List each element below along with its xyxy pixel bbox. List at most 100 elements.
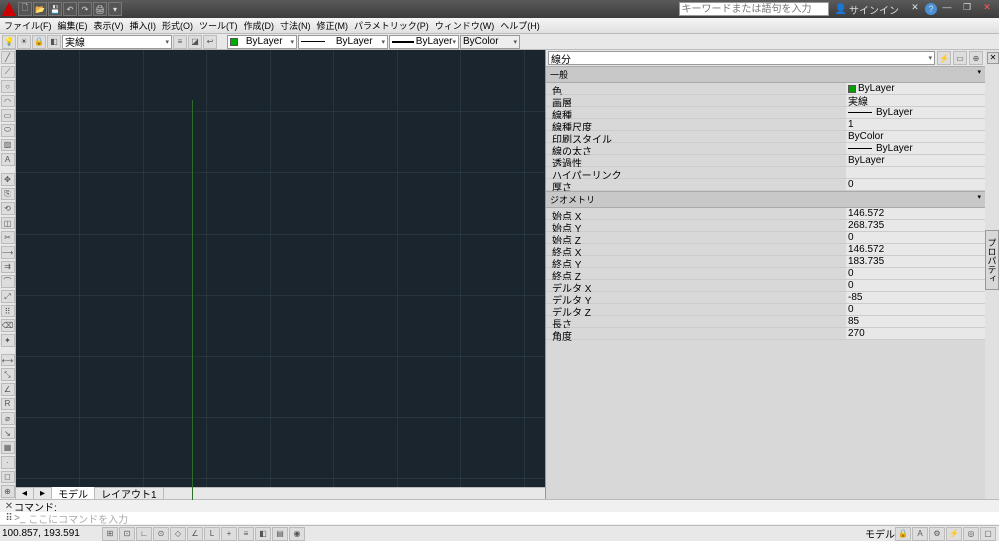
qat-undo-icon[interactable]: ↶ [63, 2, 77, 16]
signin-link[interactable]: 👤サインイン [835, 2, 899, 17]
panel-close-icon[interactable]: ✕ [987, 52, 999, 64]
app-logo-icon[interactable] [2, 2, 16, 16]
property-row[interactable]: 終点 X146.572 [546, 244, 985, 256]
qat-print-icon[interactable]: 🖨 [93, 2, 107, 16]
property-value[interactable]: 実線 [846, 95, 985, 107]
section-geometry[interactable]: ジオメトリ [546, 191, 985, 208]
dim-radius-icon[interactable]: R [1, 398, 15, 411]
mirror-tool-icon[interactable]: ◫ [1, 217, 15, 230]
select-objects-icon[interactable]: ▭ [953, 51, 967, 65]
drawing-canvas[interactable] [16, 50, 545, 487]
section-general[interactable]: 一般 [546, 66, 985, 83]
properties-tab-label[interactable]: プロパティ [985, 230, 999, 290]
qp-toggle-icon[interactable]: ▤ [272, 527, 288, 541]
qat-save-icon[interactable]: 💾 [48, 2, 62, 16]
color-combo[interactable]: ByLayer▾ [227, 35, 297, 49]
command-input[interactable]: ここにコマンドを入力 [28, 511, 128, 526]
property-value[interactable]: ByLayer [846, 155, 985, 167]
menu-help[interactable]: ヘルプ(H) [500, 19, 540, 32]
leader-tool-icon[interactable]: ↘ [1, 427, 15, 440]
menu-draw[interactable]: 作成(D) [244, 19, 275, 32]
property-value[interactable]: 0 [846, 268, 985, 280]
layer-color-icon[interactable]: ◧ [47, 35, 61, 49]
snap-toggle-icon[interactable]: ⊞ [102, 527, 118, 541]
lineweight-combo[interactable]: ByLayer▾ [389, 35, 459, 49]
coordinate-display[interactable]: 100.857, 193.591 [2, 528, 102, 539]
layer-filter-icon[interactable]: 💡 [2, 35, 16, 49]
property-row[interactable]: 線種ByLayer [546, 107, 985, 119]
rectangle-tool-icon[interactable]: ▭ [1, 109, 15, 122]
command-handle-icon[interactable]: ⠿ [4, 513, 14, 524]
array-tool-icon[interactable]: ⠿ [1, 305, 15, 318]
menu-dimension[interactable]: 寸法(N) [280, 19, 311, 32]
property-row[interactable]: デルタ Z0 [546, 304, 985, 316]
line-tool-icon[interactable]: ╱ [1, 51, 15, 64]
tab-arrow-left-icon[interactable]: ◂ [16, 488, 34, 499]
explode-tool-icon[interactable]: ✦ [1, 334, 15, 347]
property-row[interactable]: 印刷スタイルByColor [546, 131, 985, 143]
exchange-icon[interactable]: ✕ [905, 2, 925, 16]
property-row[interactable]: 始点 Z0 [546, 232, 985, 244]
property-row[interactable]: 厚さ0 [546, 179, 985, 191]
otrack-toggle-icon[interactable]: ∠ [187, 527, 203, 541]
rotate-tool-icon[interactable]: ⟲ [1, 202, 15, 215]
property-value[interactable]: -85 [846, 292, 985, 304]
quick-select-icon[interactable]: ⚡ [937, 51, 951, 65]
annoscale-icon[interactable]: 🔒 [895, 527, 911, 541]
dim-angular-icon[interactable]: ∠ [1, 383, 15, 396]
hardware-accel-icon[interactable]: ⚡ [946, 527, 962, 541]
menu-parametric[interactable]: パラメトリック(P) [354, 19, 429, 32]
selected-line-entity[interactable] [192, 100, 193, 500]
trim-tool-icon[interactable]: ✂ [1, 231, 15, 244]
circle-tool-icon[interactable]: ○ [1, 80, 15, 93]
qat-dropdown-icon[interactable]: ▾ [108, 2, 122, 16]
insert-tool-icon[interactable]: ⊕ [1, 485, 15, 498]
property-row[interactable]: デルタ X0 [546, 280, 985, 292]
toggle-pickadd-icon[interactable]: ⊕ [969, 51, 983, 65]
property-value[interactable]: 0 [846, 232, 985, 244]
workspace-icon[interactable]: ⚙ [929, 527, 945, 541]
property-row[interactable]: 色ByLayer [546, 83, 985, 95]
command-close-icon[interactable]: ✕ [4, 501, 14, 512]
plotstyle-combo[interactable]: ByColor▾ [460, 35, 520, 49]
property-row[interactable]: 始点 X146.572 [546, 208, 985, 220]
maximize-button[interactable]: ❐ [957, 2, 977, 16]
property-row[interactable]: ハイパーリンク [546, 167, 985, 179]
qat-new-icon[interactable]: 🗋 [18, 2, 32, 16]
dyn-toggle-icon[interactable]: + [221, 527, 237, 541]
qat-open-icon[interactable]: 📂 [33, 2, 47, 16]
property-value[interactable]: ByLayer [846, 107, 985, 119]
help-search-input[interactable] [679, 2, 829, 16]
sc-toggle-icon[interactable]: ◉ [289, 527, 305, 541]
property-row[interactable]: デルタ Y-85 [546, 292, 985, 304]
property-row[interactable]: 線の太さByLayer [546, 143, 985, 155]
arc-tool-icon[interactable]: ◠ [1, 95, 15, 108]
grid-toggle-icon[interactable]: ⊡ [119, 527, 135, 541]
model-space-label[interactable]: モデル [865, 526, 895, 541]
ducs-toggle-icon[interactable]: L [204, 527, 220, 541]
fillet-tool-icon[interactable]: ⌒ [1, 275, 15, 288]
property-row[interactable]: 画層実線 [546, 95, 985, 107]
qat-redo-icon[interactable]: ↷ [78, 2, 92, 16]
property-value[interactable]: 1 [846, 119, 985, 131]
hatch-tool-icon[interactable]: ▨ [1, 139, 15, 152]
linetype-combo[interactable]: ByLayer▾ [298, 35, 388, 49]
menu-file[interactable]: ファイル(F) [4, 19, 52, 32]
menu-tools[interactable]: ツール(T) [199, 19, 238, 32]
close-button[interactable]: ✕ [977, 2, 997, 16]
layer-prev-icon[interactable]: ↩ [203, 35, 217, 49]
ortho-toggle-icon[interactable]: ∟ [136, 527, 152, 541]
dim-linear-icon[interactable]: ⟷ [1, 354, 15, 367]
property-value[interactable]: 270 [846, 328, 985, 340]
menu-window[interactable]: ウィンドウ(W) [435, 19, 495, 32]
property-value[interactable]: ByColor [846, 131, 985, 143]
move-tool-icon[interactable]: ✥ [1, 173, 15, 186]
erase-tool-icon[interactable]: ⌫ [1, 319, 15, 332]
property-value[interactable]: 183.735 [846, 256, 985, 268]
tpy-toggle-icon[interactable]: ◧ [255, 527, 271, 541]
block-tool-icon[interactable]: ◻ [1, 471, 15, 484]
polar-toggle-icon[interactable]: ⊙ [153, 527, 169, 541]
property-value[interactable] [846, 167, 985, 179]
property-row[interactable]: 透過性ByLayer [546, 155, 985, 167]
property-value[interactable]: 0 [846, 304, 985, 316]
